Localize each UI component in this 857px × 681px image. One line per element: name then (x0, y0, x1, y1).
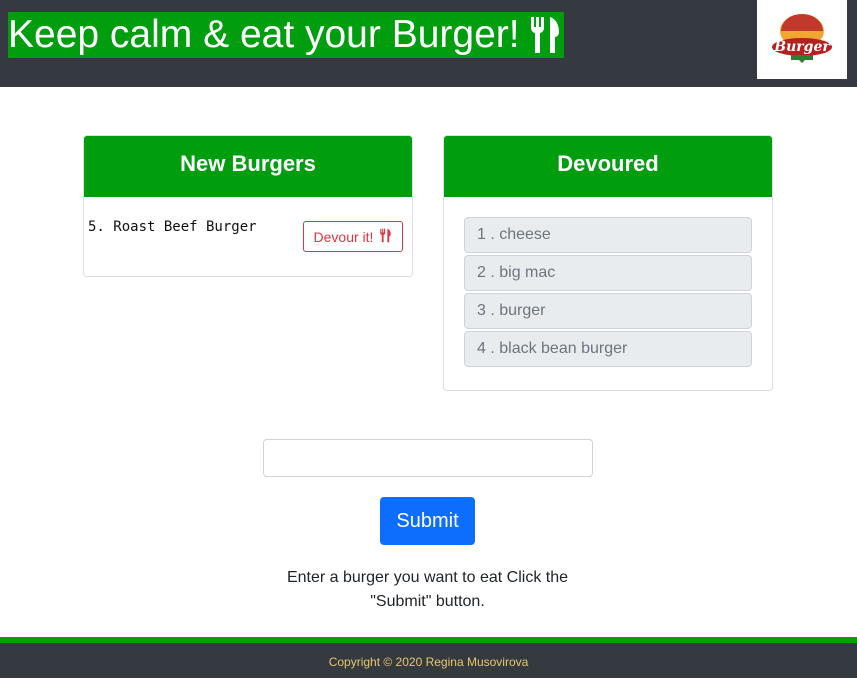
new-burgers-heading: New Burgers (84, 136, 412, 197)
submit-button[interactable]: Submit (380, 497, 475, 545)
devoured-heading: Devoured (444, 136, 772, 197)
devoured-list: 1 . cheese 2 . big mac 3 . burger 4 . bl… (464, 217, 752, 369)
list-item: 4 . black bean burger (464, 331, 752, 367)
instructions-text: Enter a burger you want to eat Click the… (286, 569, 569, 610)
burger-name-input[interactable] (263, 439, 593, 477)
devour-button-label: Devour it! (313, 228, 374, 245)
list-item: 1 . cheese (464, 217, 752, 253)
devoured-card: Devoured 1 . cheese 2 . big mac 3 . burg… (443, 135, 773, 391)
utensils-icon (528, 15, 562, 55)
copyright-text: Copyright © 2020 Regina Musovirova (328, 655, 529, 669)
page-title: Keep calm & eat your Burger! (8, 12, 564, 58)
list-item: 5. Roast Beef Burger (88, 219, 257, 235)
burger-logo[interactable]: Burger (757, 0, 847, 79)
svg-text:Burger: Burger (773, 39, 831, 55)
devour-button[interactable]: Devour it! (303, 221, 403, 252)
navbar: Keep calm & eat your Burger! Burger (0, 0, 857, 87)
utensils-icon (379, 228, 392, 246)
list-item: 3 . burger (464, 293, 752, 329)
new-burgers-card: New Burgers 5. Roast Beef Burger Devour … (83, 135, 413, 277)
footer: Copyright © 2020 Regina Musovirova (0, 643, 857, 678)
list-item: 2 . big mac (464, 255, 752, 291)
page-title-text: Keep calm & eat your Burger! (8, 13, 520, 56)
